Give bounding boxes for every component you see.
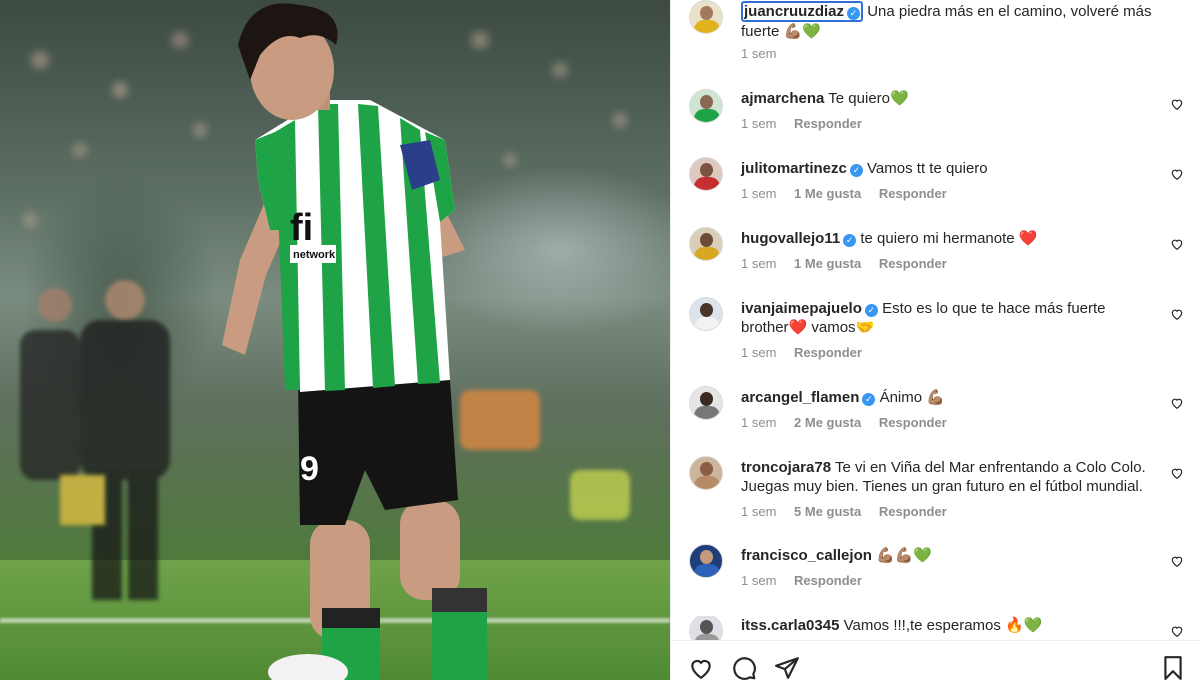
commenter-avatar[interactable] xyxy=(689,157,723,191)
commenter-avatar[interactable] xyxy=(689,544,723,578)
commenter-username[interactable]: ivanjaimepajuelo xyxy=(741,300,862,317)
comment-time: 1 sem xyxy=(741,345,777,360)
comment-time: 1 sem xyxy=(741,186,777,201)
reply-button[interactable]: Responder xyxy=(794,573,862,588)
bookmark-icon[interactable] xyxy=(1160,655,1186,680)
reply-button[interactable]: Responder xyxy=(879,256,947,271)
comment-item: ajmarchena Te quiero💚 1 sem Responder xyxy=(671,89,1200,159)
comments-panel: juancruuzdiaz ✓ Una piedra más en el cami… xyxy=(670,0,1200,680)
comment-item: itss.carla0345 Vamos !!!,te esperamos 🔥💚 xyxy=(671,616,1200,640)
post-action-bar xyxy=(671,640,1200,680)
comment-like-heart-icon[interactable] xyxy=(1170,307,1184,321)
comment-like-heart-icon[interactable] xyxy=(1170,237,1184,251)
verified-badge-icon: ✓ xyxy=(862,393,876,406)
comment-likes[interactable]: 5 Me gusta xyxy=(794,504,861,519)
owner-avatar[interactable] xyxy=(689,0,723,34)
comment-time: 1 sem xyxy=(741,256,777,271)
commenter-username[interactable]: ajmarchena xyxy=(741,90,824,107)
comment-like-heart-icon[interactable] xyxy=(1170,396,1184,410)
post-photo[interactable]: 9 network fi xyxy=(0,0,670,680)
comment-likes[interactable]: 1 Me gusta xyxy=(794,186,861,201)
commenter-avatar[interactable] xyxy=(689,456,723,490)
comment-item: ivanjaimepajuelo ✓ Esto es lo que te hace… xyxy=(671,297,1200,379)
post-caption: juancruuzdiaz ✓ Una piedra más en el cami… xyxy=(671,0,1200,70)
verified-badge-icon: ✓ xyxy=(847,7,861,20)
commenter-username[interactable]: itss.carla0345 xyxy=(741,617,839,634)
comment-item: francisco_callejon 💪🏽💪🏽💚 1 sem Responder xyxy=(671,544,1200,616)
commenter-username[interactable]: hugovallejo11 xyxy=(741,230,840,247)
commenter-avatar[interactable] xyxy=(689,227,723,261)
comment-like-heart-icon[interactable] xyxy=(1170,97,1184,111)
comment-item: julitomartinezc ✓ Vamos tt te quiero 1 se… xyxy=(671,157,1200,229)
reply-button[interactable]: Responder xyxy=(879,186,947,201)
comment-time: 1 sem xyxy=(741,504,777,519)
comment-item: arcangel_flamen ✓ Ánimo 💪🏽 1 sem 2 Me gus… xyxy=(671,386,1200,458)
reply-button[interactable]: Responder xyxy=(794,345,862,360)
comment-time: 1 sem xyxy=(741,415,777,430)
svg-text:network: network xyxy=(293,249,336,261)
verified-badge-icon: ✓ xyxy=(864,304,878,317)
comment-like-heart-icon[interactable] xyxy=(1170,554,1184,568)
commenter-username[interactable]: julitomartinezc xyxy=(741,160,847,177)
comment-like-heart-icon[interactable] xyxy=(1170,466,1184,480)
owner-username[interactable]: juancruuzdiaz xyxy=(744,3,844,20)
reply-button[interactable]: Responder xyxy=(794,116,862,131)
comment-like-heart-icon[interactable] xyxy=(1170,624,1184,638)
svg-text:9: 9 xyxy=(300,450,319,488)
commenter-username[interactable]: troncojara78 xyxy=(741,459,831,476)
caption-time: 1 sem xyxy=(741,46,777,61)
verified-badge-icon: ✓ xyxy=(849,164,863,177)
reply-button[interactable]: Responder xyxy=(879,415,947,430)
comment-text: Vamos tt te quiero xyxy=(867,160,988,177)
paper-plane-icon[interactable] xyxy=(774,655,800,680)
comment-text: Ánimo 💪🏽 xyxy=(879,389,945,406)
comment-likes[interactable]: 2 Me gusta xyxy=(794,415,861,430)
svg-text:fi: fi xyxy=(290,207,313,249)
reply-button[interactable]: Responder xyxy=(879,504,947,519)
comment-text: 💪🏽💪🏽💚 xyxy=(876,547,933,564)
owner-username-highlight[interactable]: juancruuzdiaz ✓ xyxy=(741,1,864,22)
heart-icon[interactable] xyxy=(688,655,714,680)
comment-likes[interactable]: 1 Me gusta xyxy=(794,256,861,271)
comment-item: hugovallejo11 ✓ te quiero mi hermanote ❤️… xyxy=(671,227,1200,299)
comment-text: Vamos !!!,te esperamos 🔥💚 xyxy=(843,617,1043,634)
comment-item: troncojara78 Te vi en Viña del Mar enfre… xyxy=(671,456,1200,538)
commenter-avatar[interactable] xyxy=(689,89,723,123)
comment-icon[interactable] xyxy=(731,655,757,680)
comment-text: Te quiero💚 xyxy=(828,90,909,107)
comment-like-heart-icon[interactable] xyxy=(1170,167,1184,181)
commenter-avatar[interactable] xyxy=(689,616,723,640)
commenter-username[interactable]: arcangel_flamen xyxy=(741,389,859,406)
comment-time: 1 sem xyxy=(741,573,777,588)
comment-time: 1 sem xyxy=(741,116,777,131)
verified-badge-icon: ✓ xyxy=(843,234,857,247)
commenter-username[interactable]: francisco_callejon xyxy=(741,547,872,564)
commenter-avatar[interactable] xyxy=(689,297,723,331)
football-player-illustration: 9 network fi xyxy=(20,3,630,680)
commenter-avatar[interactable] xyxy=(689,386,723,420)
comment-text: te quiero mi hermanote ❤️ xyxy=(860,230,1038,247)
